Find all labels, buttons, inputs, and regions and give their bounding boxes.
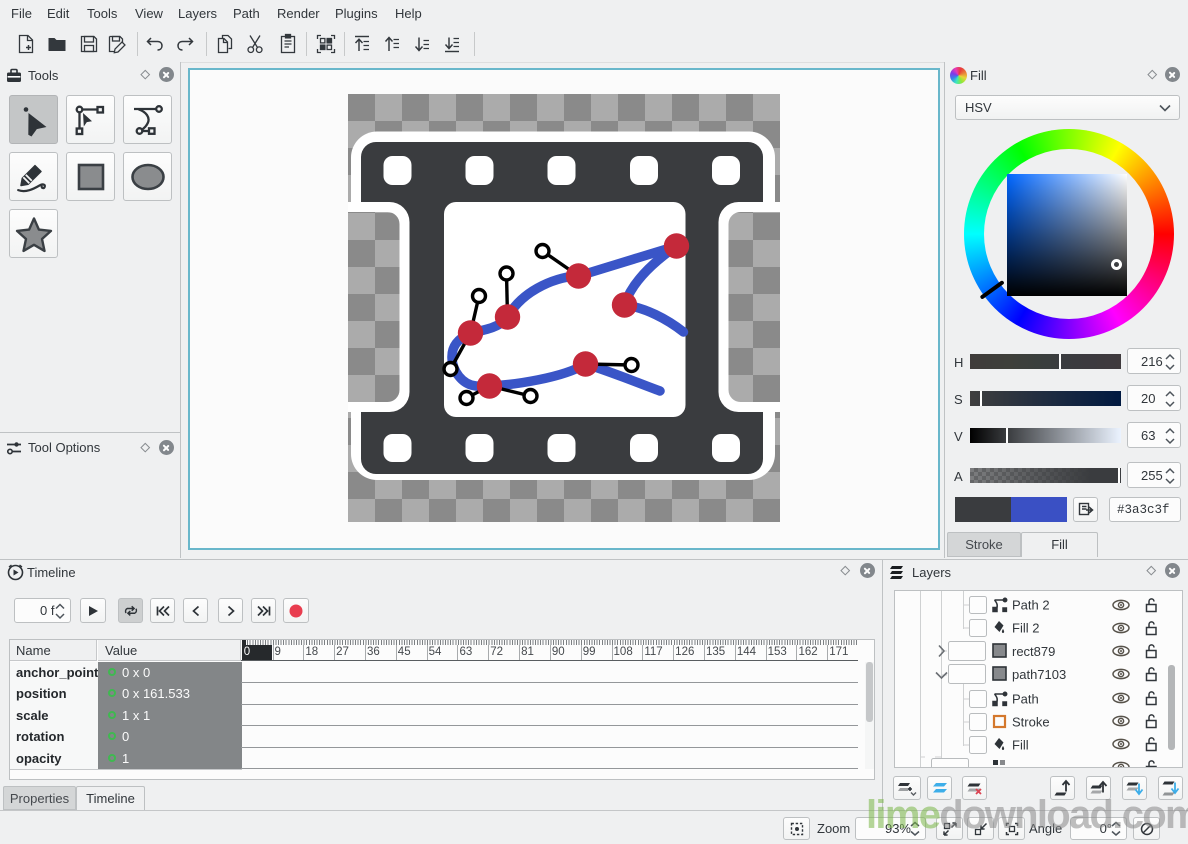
svg-text:path7103: path7103 [1012,667,1066,682]
svg-text:Path 2: Path 2 [1012,598,1050,613]
svg-text:Stroke: Stroke [1012,715,1050,730]
svg-text:Fill 2: Fill 2 [1012,621,1039,636]
svg-text:rect879: rect879 [1012,644,1055,659]
svg-text:Path: Path [1012,692,1039,707]
svg-text:Fill: Fill [1012,738,1029,753]
